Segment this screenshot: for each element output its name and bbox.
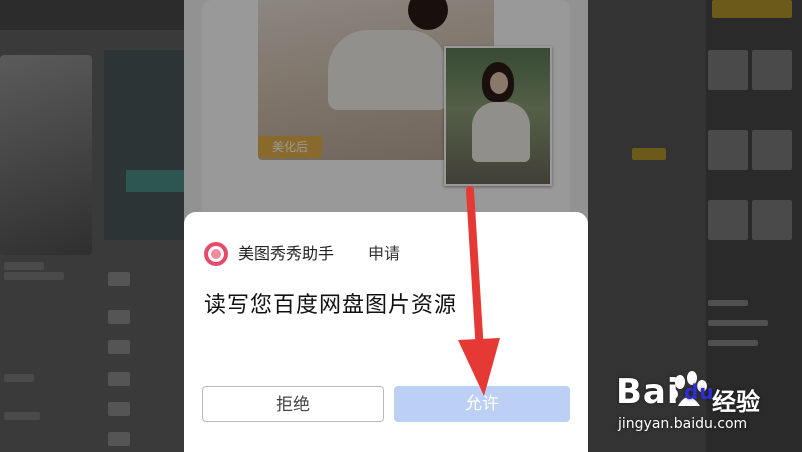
- allow-button[interactable]: 允许: [394, 386, 570, 422]
- jingyan-subtitle: 经验: [712, 388, 760, 416]
- watermark-url: jingyan.baidu.com: [618, 416, 748, 432]
- request-action: 申请: [368, 244, 401, 263]
- reject-button[interactable]: 拒绝: [202, 386, 384, 422]
- left-background-panel: [0, 0, 184, 452]
- baidu-logo-right: du: [684, 380, 715, 404]
- meitu-app-icon: [204, 242, 228, 266]
- permission-request-text: 读写您百度网盘图片资源: [204, 293, 458, 318]
- phone-screen: 美化后 美图秀秀助手 申请 读写您百度网盘图片资源 拒绝 允许: [184, 0, 588, 452]
- app-name: 美图秀秀助手: [238, 244, 335, 263]
- permission-dialog: 美图秀秀助手 申请 读写您百度网盘图片资源 拒绝 允许: [184, 212, 588, 452]
- baidu-jingyan-watermark: Bai du 经验 jingyan.baidu.com: [612, 360, 792, 440]
